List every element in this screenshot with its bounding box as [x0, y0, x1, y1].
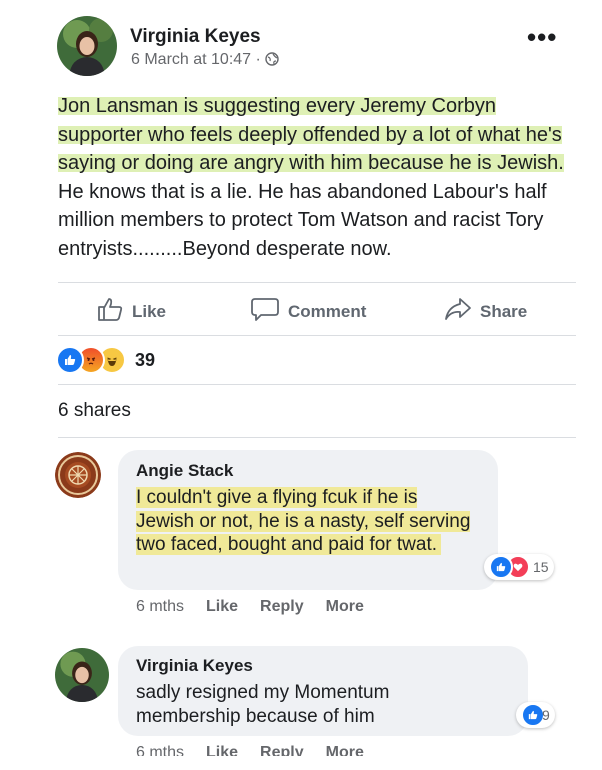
comment-icon: [250, 296, 280, 327]
comment-actions: 6 mths Like Reply More: [136, 744, 364, 756]
reactions-summary[interactable]: 39: [56, 346, 156, 374]
post-options-icon[interactable]: •••: [527, 22, 557, 53]
comment-reaction-badge[interactable]: 9: [516, 702, 555, 728]
share-button[interactable]: Share: [444, 296, 527, 327]
comment-more-link[interactable]: More: [326, 598, 364, 616]
post-author-name[interactable]: Virginia Keyes: [130, 26, 261, 48]
comment-more-link[interactable]: More: [326, 744, 364, 756]
comment-author[interactable]: Virginia Keyes: [136, 656, 253, 676]
like-reaction-icon: [489, 555, 513, 579]
commenter-avatar[interactable]: [55, 452, 101, 498]
post-text-rest: He knows that is a lie. He has abandoned…: [58, 180, 547, 260]
divider: [58, 384, 576, 385]
thumbs-up-icon: [96, 296, 124, 327]
comment-label: Comment: [288, 301, 367, 321]
comment-reply-link[interactable]: Reply: [260, 598, 304, 616]
like-reaction-icon: [56, 346, 84, 374]
comment-text: sadly resigned my Momentum membership be…: [136, 682, 390, 727]
share-label: Share: [480, 301, 528, 321]
highlighted-comment: I couldn't give a flying fcuk if he is J…: [136, 487, 471, 555]
comment-reply-link[interactable]: Reply: [260, 744, 304, 756]
author-avatar[interactable]: [57, 16, 117, 76]
like-button[interactable]: Like: [96, 296, 166, 327]
share-icon: [444, 296, 472, 327]
like-label: Like: [132, 301, 167, 321]
comment-age[interactable]: 6 mths: [136, 744, 184, 756]
highlighted-text: Jon Lansman is suggesting every Jeremy C…: [58, 95, 564, 175]
post-meta: 6 March at 10:47 ·: [131, 51, 280, 71]
comment-text: I couldn't give a flying fcuk if he is J…: [136, 486, 476, 557]
comment-button[interactable]: Comment: [250, 296, 366, 327]
commenter-avatar[interactable]: [55, 648, 109, 702]
post-timestamp[interactable]: 6 March at 10:47: [131, 51, 251, 68]
shares-count[interactable]: 6 shares: [58, 400, 131, 422]
comment-actions: 6 mths Like Reply More: [136, 598, 364, 616]
comment-like-link[interactable]: Like: [206, 744, 238, 756]
meta-separator: ·: [255, 51, 261, 68]
comment-reaction-count: 9: [542, 707, 550, 723]
post-text: Jon Lansman is suggesting every Jeremy C…: [58, 92, 578, 264]
post-actions-bar: Like Comment Share: [58, 282, 576, 336]
comment-reaction-count: 15: [533, 559, 549, 575]
comment-age[interactable]: 6 mths: [136, 598, 184, 616]
comment-reaction-badge[interactable]: 15: [484, 554, 554, 580]
divider: [58, 437, 576, 438]
comment-like-link[interactable]: Like: [206, 598, 238, 616]
globe-icon: [265, 52, 280, 71]
comment-author[interactable]: Angie Stack: [136, 461, 233, 481]
reaction-count: 39: [135, 349, 156, 370]
